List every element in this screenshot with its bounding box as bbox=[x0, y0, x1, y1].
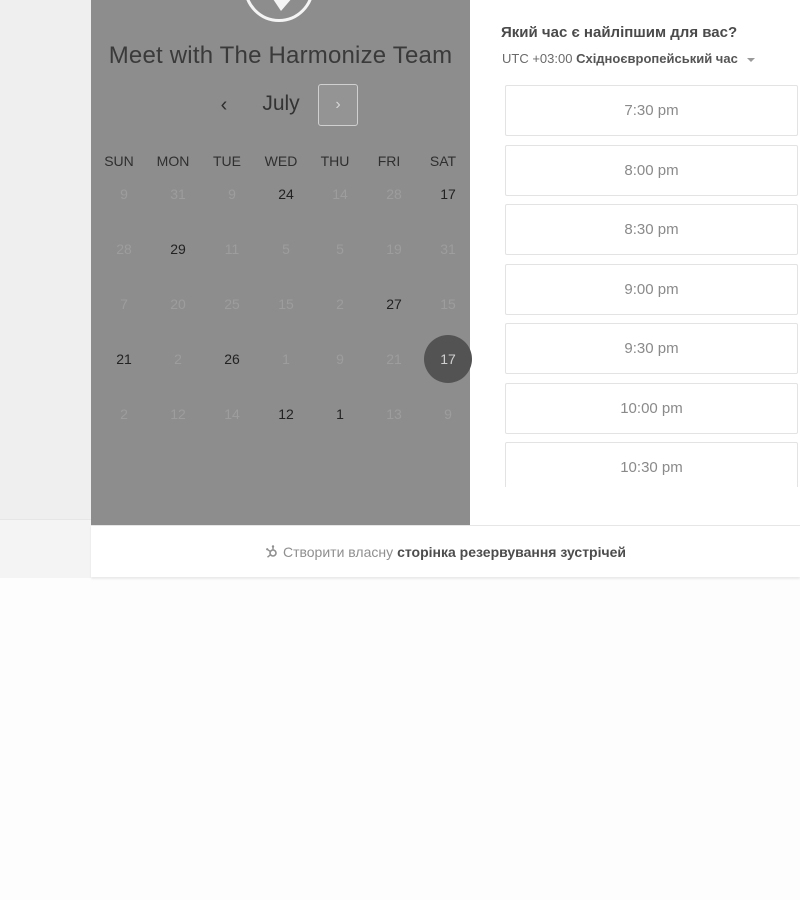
time-slot-button[interactable]: 8:00 pm bbox=[505, 144, 798, 196]
calendar-day-label: 24 bbox=[278, 185, 294, 202]
calendar-day: 14 bbox=[205, 386, 259, 441]
calendar-day: 21 bbox=[367, 331, 421, 386]
calendar-day-label: 2 bbox=[336, 295, 344, 312]
page-title: Meet with The Harmonize Team bbox=[108, 42, 453, 69]
calendar-day-label: 7 bbox=[120, 295, 128, 312]
calendar-day-label: 31 bbox=[170, 185, 186, 202]
chevron-left-icon: ‹ bbox=[220, 93, 228, 116]
calendar-day[interactable]: 29 bbox=[151, 221, 205, 276]
calendar-day-selected[interactable]: 17 bbox=[421, 331, 475, 386]
calendar-day-label: 9 bbox=[444, 405, 452, 422]
chevron-right-icon: › bbox=[335, 96, 341, 113]
calendar-day: 14 bbox=[313, 166, 367, 221]
calendar-day: 15 bbox=[259, 276, 313, 331]
next-month-button[interactable]: › bbox=[318, 84, 358, 126]
calendar-day-label: 21 bbox=[116, 350, 132, 367]
timezone-selector[interactable]: UTC +03:00 Східноєвропейський час bbox=[502, 51, 756, 66]
calendar-day-label: 12 bbox=[170, 405, 186, 422]
time-slot-list: 7:30 pm 8:00 pm 8:30 pm 9:00 pm 9:30 pm 10:00… bbox=[505, 85, 800, 487]
calendar-day: 28 bbox=[367, 166, 421, 221]
calendar-day-label: 26 bbox=[224, 350, 240, 367]
calendar-day-label: 2 bbox=[174, 350, 182, 367]
calendar-day-label: 20 bbox=[170, 295, 186, 312]
team-avatar bbox=[244, 0, 314, 22]
calendar-days-grid: 9 31 9 24 14 28 17 28 29 11 5 5 19 31 7 20 25 15 2 27 15 21 2 2… bbox=[97, 166, 475, 441]
hubspot-sprocket-icon bbox=[266, 544, 277, 558]
calendar-day-label: 9 bbox=[228, 185, 236, 202]
calendar-day-label: 15 bbox=[440, 295, 456, 312]
calendar-day: 5 bbox=[259, 221, 313, 276]
calendar-day-label: 9 bbox=[336, 350, 344, 367]
calendar-day: 5 bbox=[313, 221, 367, 276]
page-background bbox=[0, 0, 91, 519]
calendar-day[interactable]: 26 bbox=[205, 331, 259, 386]
calendar-day: 20 bbox=[151, 276, 205, 331]
calendar-day: 7 bbox=[97, 276, 151, 331]
calendar-day: 9 bbox=[97, 166, 151, 221]
calendar-day-label: 14 bbox=[224, 405, 240, 422]
calendar-day[interactable]: 21 bbox=[97, 331, 151, 386]
calendar-day: 12 bbox=[151, 386, 205, 441]
calendar-day: 2 bbox=[151, 331, 205, 386]
calendar-day: 19 bbox=[367, 221, 421, 276]
create-booking-page-link[interactable]: Створити власну сторінка резервування зу… bbox=[265, 544, 626, 560]
calendar-day: 31 bbox=[151, 166, 205, 221]
calendar-day: 2 bbox=[97, 386, 151, 441]
calendar-day-label: 5 bbox=[336, 240, 344, 257]
calendar-day: 25 bbox=[205, 276, 259, 331]
caret-down-icon bbox=[747, 57, 756, 62]
calendar-day-label: 12 bbox=[278, 405, 294, 422]
calendar-day-label: 28 bbox=[386, 185, 402, 202]
calendar-day: 1 bbox=[259, 331, 313, 386]
calendar-day-label: 29 bbox=[170, 240, 186, 257]
calendar-day: 9 bbox=[313, 331, 367, 386]
calendar-day[interactable]: 27 bbox=[367, 276, 421, 331]
time-slot-button[interactable]: 10:30 pm bbox=[505, 442, 798, 487]
calendar-day[interactable]: 1 bbox=[313, 386, 367, 441]
avatar-logo-icon bbox=[273, 0, 291, 11]
time-question: Який час є найліпшим для вас? bbox=[501, 24, 738, 41]
footer-prefix: Створити власну bbox=[282, 543, 394, 560]
calendar-day: 9 bbox=[421, 386, 475, 441]
calendar-day-label: 2 bbox=[120, 405, 128, 422]
calendar-day: 9 bbox=[205, 166, 259, 221]
time-slot-button[interactable]: 8:30 pm bbox=[505, 204, 798, 255]
time-slot-button[interactable]: 7:30 pm bbox=[505, 85, 798, 136]
month-label: July bbox=[262, 92, 300, 115]
calendar-day-label: 19 bbox=[386, 240, 402, 257]
calendar-day: 13 bbox=[367, 386, 421, 441]
calendar-day-label: 9 bbox=[120, 185, 128, 202]
calendar-day-label: 31 bbox=[440, 240, 456, 257]
calendar-day: 31 bbox=[421, 221, 475, 276]
prev-month-button[interactable]: ‹ bbox=[210, 88, 238, 122]
calendar-day-label: 21 bbox=[386, 350, 402, 367]
calendar-day: 11 bbox=[205, 221, 259, 276]
time-slot-button[interactable]: 9:30 pm bbox=[505, 323, 798, 374]
calendar-day-label: 27 bbox=[386, 295, 402, 312]
page-background-band bbox=[0, 519, 91, 578]
calendar-day[interactable]: 17 bbox=[421, 166, 475, 221]
calendar-day-label: 15 bbox=[278, 295, 294, 312]
calendar-day-label: 5 bbox=[282, 240, 290, 257]
calendar-day: 28 bbox=[97, 221, 151, 276]
calendar-day-label: 13 bbox=[386, 405, 402, 422]
timezone-name: Східноєвропейський час bbox=[576, 51, 738, 66]
calendar-day-label: 28 bbox=[116, 240, 132, 257]
calendar-day-label: 25 bbox=[224, 295, 240, 312]
calendar-day-label: 1 bbox=[336, 405, 344, 422]
calendar-day[interactable]: 24 bbox=[259, 166, 313, 221]
calendar-day-label: 17 bbox=[440, 185, 456, 202]
calendar-day-label: 14 bbox=[332, 185, 348, 202]
calendar-day[interactable]: 12 bbox=[259, 386, 313, 441]
time-slot-button[interactable]: 9:00 pm bbox=[505, 263, 798, 315]
time-slot-button[interactable]: 10:00 pm bbox=[505, 382, 798, 434]
calendar-day-label: 1 bbox=[282, 350, 290, 367]
timezone-offset: UTC +03:00 bbox=[502, 51, 573, 66]
footer-bar: Створити власну сторінка резервування зу… bbox=[91, 525, 800, 577]
footer-link-text: сторінка резервування зустрічей bbox=[397, 543, 627, 560]
calendar-day: 15 bbox=[421, 276, 475, 331]
calendar-day: 2 bbox=[313, 276, 367, 331]
calendar-day-label: 11 bbox=[224, 240, 240, 257]
calendar-day-label: 17 bbox=[424, 334, 472, 383]
